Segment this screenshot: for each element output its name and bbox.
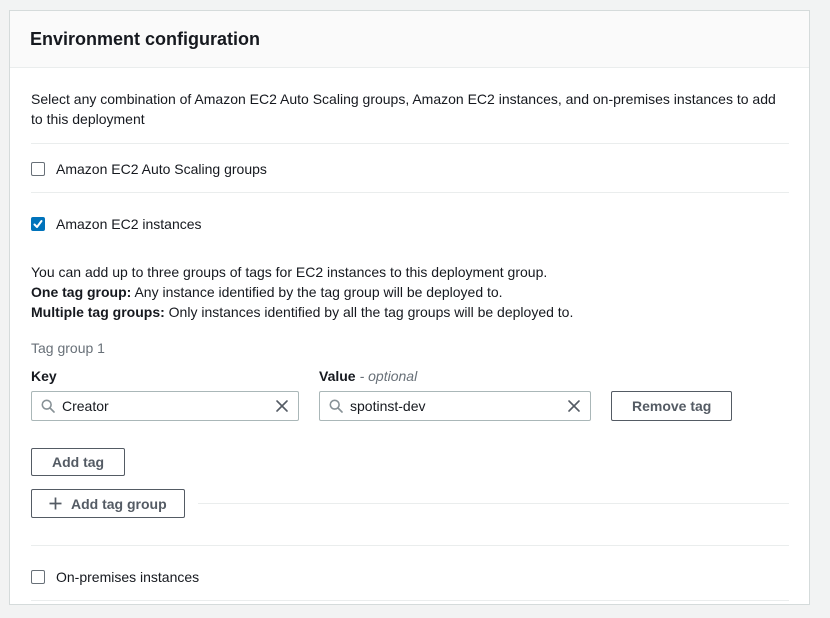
- auto-scaling-groups-checkbox[interactable]: [31, 162, 45, 176]
- checkmark-icon: [33, 219, 43, 229]
- panel-header: Environment configuration: [10, 11, 809, 68]
- panel-body: Select any combination of Amazon EC2 Aut…: [10, 68, 809, 601]
- clear-x-icon: [275, 399, 289, 413]
- value-label: Value- optional: [319, 367, 417, 385]
- add-tag-group-button[interactable]: Add tag group: [31, 489, 185, 518]
- tag-value-field: [319, 391, 591, 421]
- checkbox-row-ec2-instances: Amazon EC2 instances: [31, 214, 789, 234]
- remove-tag-button[interactable]: Remove tag: [611, 391, 732, 421]
- key-label: Key: [31, 367, 319, 385]
- plus-icon: [49, 497, 62, 510]
- tag-group-title: Tag group 1: [31, 338, 789, 358]
- divider: [31, 545, 789, 546]
- value-optional-label: - optional: [360, 368, 418, 384]
- checkbox-row-auto-scaling-groups: Amazon EC2 Auto Scaling groups: [31, 159, 789, 179]
- tag-key-input[interactable]: [62, 398, 275, 414]
- panel-description: Select any combination of Amazon EC2 Aut…: [31, 89, 789, 129]
- on-premises-checkbox[interactable]: [31, 570, 45, 584]
- clear-x-icon: [567, 399, 581, 413]
- clear-value-button[interactable]: [567, 399, 581, 413]
- clear-key-button[interactable]: [275, 399, 289, 413]
- tag-key-field: [31, 391, 299, 421]
- checkbox-row-on-premises: On-premises instances: [31, 567, 789, 587]
- divider: [31, 192, 789, 193]
- field-labels-row: Key Value- optional: [31, 367, 789, 385]
- tag-group-help-text: You can add up to three groups of tags f…: [31, 262, 789, 322]
- tag-help-line-3: Multiple tag groups: Only instances iden…: [31, 302, 789, 322]
- environment-configuration-panel: Environment configuration Select any com…: [9, 10, 810, 605]
- add-tag-group-label: Add tag group: [71, 496, 167, 512]
- ec2-instances-checkbox[interactable]: [31, 217, 45, 231]
- search-icon: [41, 399, 55, 413]
- add-tag-group-row: Add tag group: [31, 489, 789, 518]
- divider: [198, 503, 789, 504]
- tag-help-line-2: One tag group: Any instance identified b…: [31, 282, 789, 302]
- add-tag-button[interactable]: Add tag: [31, 448, 125, 476]
- tag-inputs-row: Remove tag: [31, 391, 789, 421]
- divider: [31, 143, 789, 144]
- tag-value-input[interactable]: [350, 398, 567, 414]
- search-icon: [329, 399, 343, 413]
- on-premises-label[interactable]: On-premises instances: [56, 569, 199, 585]
- ec2-instances-label[interactable]: Amazon EC2 instances: [56, 216, 202, 232]
- tag-help-line-1: You can add up to three groups of tags f…: [31, 262, 789, 282]
- divider: [31, 600, 789, 601]
- page-title: Environment configuration: [30, 29, 260, 50]
- auto-scaling-groups-label[interactable]: Amazon EC2 Auto Scaling groups: [56, 161, 267, 177]
